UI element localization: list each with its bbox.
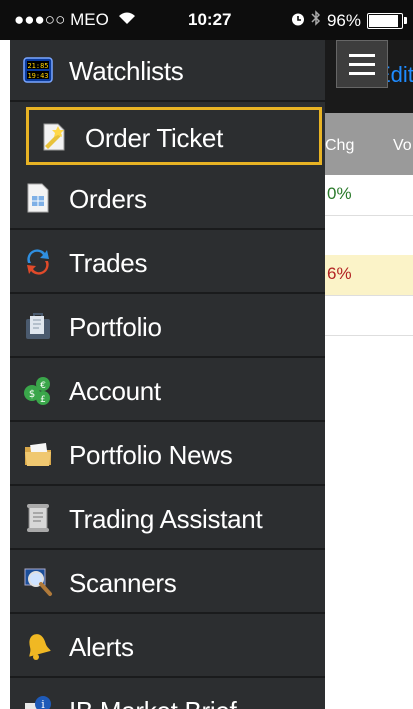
column-vol: Vo [393,137,412,154]
menu-item-label: Order Ticket [85,123,223,153]
column-header: Chg Vo [325,113,413,175]
watchlist-row[interactable]: 6% [325,255,413,296]
clock: 10:27 [188,10,232,29]
menu-item-ib-market-brief[interactable]: i IB Market Brief [10,680,325,709]
watchlist-row[interactable] [325,215,413,256]
status-bar: ●●●○○ MEO 10:27 96% [0,0,413,40]
watchlist-row[interactable]: 0% [325,175,413,216]
portfolio-briefcase-icon [23,311,53,341]
menu-item-label: Portfolio News [69,440,233,470]
menu-toggle-button[interactable] [336,40,388,88]
menu-item-label: Account [69,376,161,406]
hamburger-icon [349,53,375,57]
menu-item-portfolio[interactable]: Portfolio [10,296,325,358]
news-folder-icon [23,439,53,469]
row-change-value: 0% [327,184,352,203]
svg-text:i: i [41,698,45,709]
alarm-icon [291,11,305,31]
watchlist-clock-icon: 21:85 19:43 [23,55,53,85]
menu-item-trades[interactable]: Trades [10,232,325,294]
watchlist-row[interactable] [325,295,413,336]
column-chg: Chg [325,137,355,154]
menu-item-label: Trades [69,248,148,278]
carrier-signal: ●●●○○ MEO [14,10,109,29]
bluetooth-icon [311,10,321,31]
menu-item-portfolio-news[interactable]: Portfolio News [10,424,325,486]
svg-text:£: £ [40,395,46,405]
menu-item-account[interactable]: $ € £ Account [10,360,325,422]
menu-item-order-ticket[interactable]: Order Ticket [26,107,322,165]
menu-item-watchlists[interactable]: 21:85 19:43 Watchlists [10,40,325,102]
row-change-value: 6% [327,264,352,283]
market-brief-icon: i [23,695,53,709]
menu-item-label: Portfolio [69,312,162,342]
svg-text:€: € [40,381,46,391]
order-ticket-icon [39,122,69,152]
bell-icon [23,631,53,661]
orders-document-icon [23,183,53,213]
menu-item-label: Trading Assistant [69,504,263,534]
menu-item-label: Alerts [69,632,134,662]
battery-icon [367,12,407,29]
wifi-icon [118,10,136,30]
svg-text:19:43: 19:43 [27,72,48,80]
menu-item-label: Scanners [69,568,177,598]
navigation-drawer: 21:85 19:43 Watchlists Order Ticket Orders Tr… [10,40,325,709]
menu-item-label: Orders [69,184,147,214]
svg-text:$: $ [29,389,35,400]
scroll-icon [23,503,53,533]
svg-text:21:85: 21:85 [27,62,48,70]
scanner-magnifier-icon [23,567,53,597]
trades-arrows-icon [23,247,53,277]
account-coins-icon: $ € £ [23,375,53,405]
menu-item-alerts[interactable]: Alerts [10,616,325,678]
menu-item-orders[interactable]: Orders [10,168,325,230]
menu-item-label: IB Market Brief [69,696,237,709]
status-right: 96% [291,10,407,31]
menu-item-scanners[interactable]: Scanners [10,552,325,614]
menu-item-trading-assistant[interactable]: Trading Assistant [10,488,325,550]
menu-item-label: Watchlists [69,56,184,86]
battery-percent: 96% [326,10,361,30]
